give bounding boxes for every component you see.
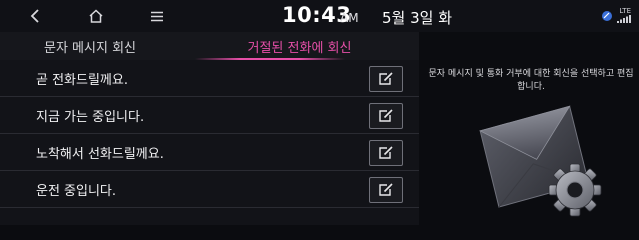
list-item[interactable]: 노착해서 선화드릴께요.: [0, 134, 419, 171]
status-icons: LTE: [601, 8, 631, 23]
message-text: 노착해서 선화드릴께요.: [36, 147, 164, 162]
edit-button[interactable]: [369, 140, 403, 166]
edit-icon: [379, 146, 393, 159]
list-item[interactable]: 지금 가는 중입니다.: [0, 97, 419, 134]
panel-description: 문자 메시지 및 통화 거부에 대한 회신을 선택하고 편집합니다.: [428, 69, 634, 92]
status-bar: 10:43 AM 5월 3일 화 LTE: [0, 0, 639, 32]
message-text: 곧 전화드릴께요.: [36, 73, 128, 88]
back-icon: [30, 9, 39, 23]
edit-icon: [379, 183, 393, 196]
tab-rejected-call-reply[interactable]: 거절된 전화에 회신: [180, 32, 419, 60]
message-text: 운전 중입니다.: [36, 184, 117, 199]
home-icon: [89, 9, 103, 23]
envelope-gear-icon: [479, 105, 602, 217]
back-button[interactable]: [24, 5, 46, 27]
menu-button[interactable]: [147, 5, 167, 27]
clock-date: 5월 3일 화: [382, 9, 453, 27]
message-text: 지금 가는 중입니다.: [36, 110, 145, 125]
clock-ampm: AM: [340, 11, 359, 25]
bottom-strip: [0, 225, 639, 240]
signal-indicator: LTE: [617, 8, 631, 23]
menu-icon: [151, 11, 163, 21]
edit-icon: [379, 109, 393, 122]
reply-message-list: 곧 전화드릴께요. 지금 가는 중입니다. 노착해서 선화드릴께요. 운전 중입…: [0, 60, 419, 225]
tab-text-message-reply[interactable]: 문자 메시지 회신: [0, 32, 180, 60]
list-item[interactable]: 운전 중입니다.: [0, 171, 419, 208]
edit-button[interactable]: [369, 103, 403, 129]
description-panel: 문자 메시지 및 통화 거부에 대한 회신을 선택하고 편집합니다.: [419, 32, 639, 225]
signal-bars-icon: [617, 15, 631, 23]
envelope-settings-illustration: [477, 102, 607, 222]
satellite-icon: [602, 10, 612, 21]
tab-bar: 문자 메시지 회신 거절된 전화에 회신: [0, 32, 419, 60]
edit-icon: [379, 72, 393, 85]
edit-button[interactable]: [369, 66, 403, 92]
edit-button[interactable]: [369, 177, 403, 203]
network-label: LTE: [619, 7, 631, 15]
list-item[interactable]: 곧 전화드릴께요.: [0, 60, 419, 97]
home-button[interactable]: [84, 5, 108, 27]
